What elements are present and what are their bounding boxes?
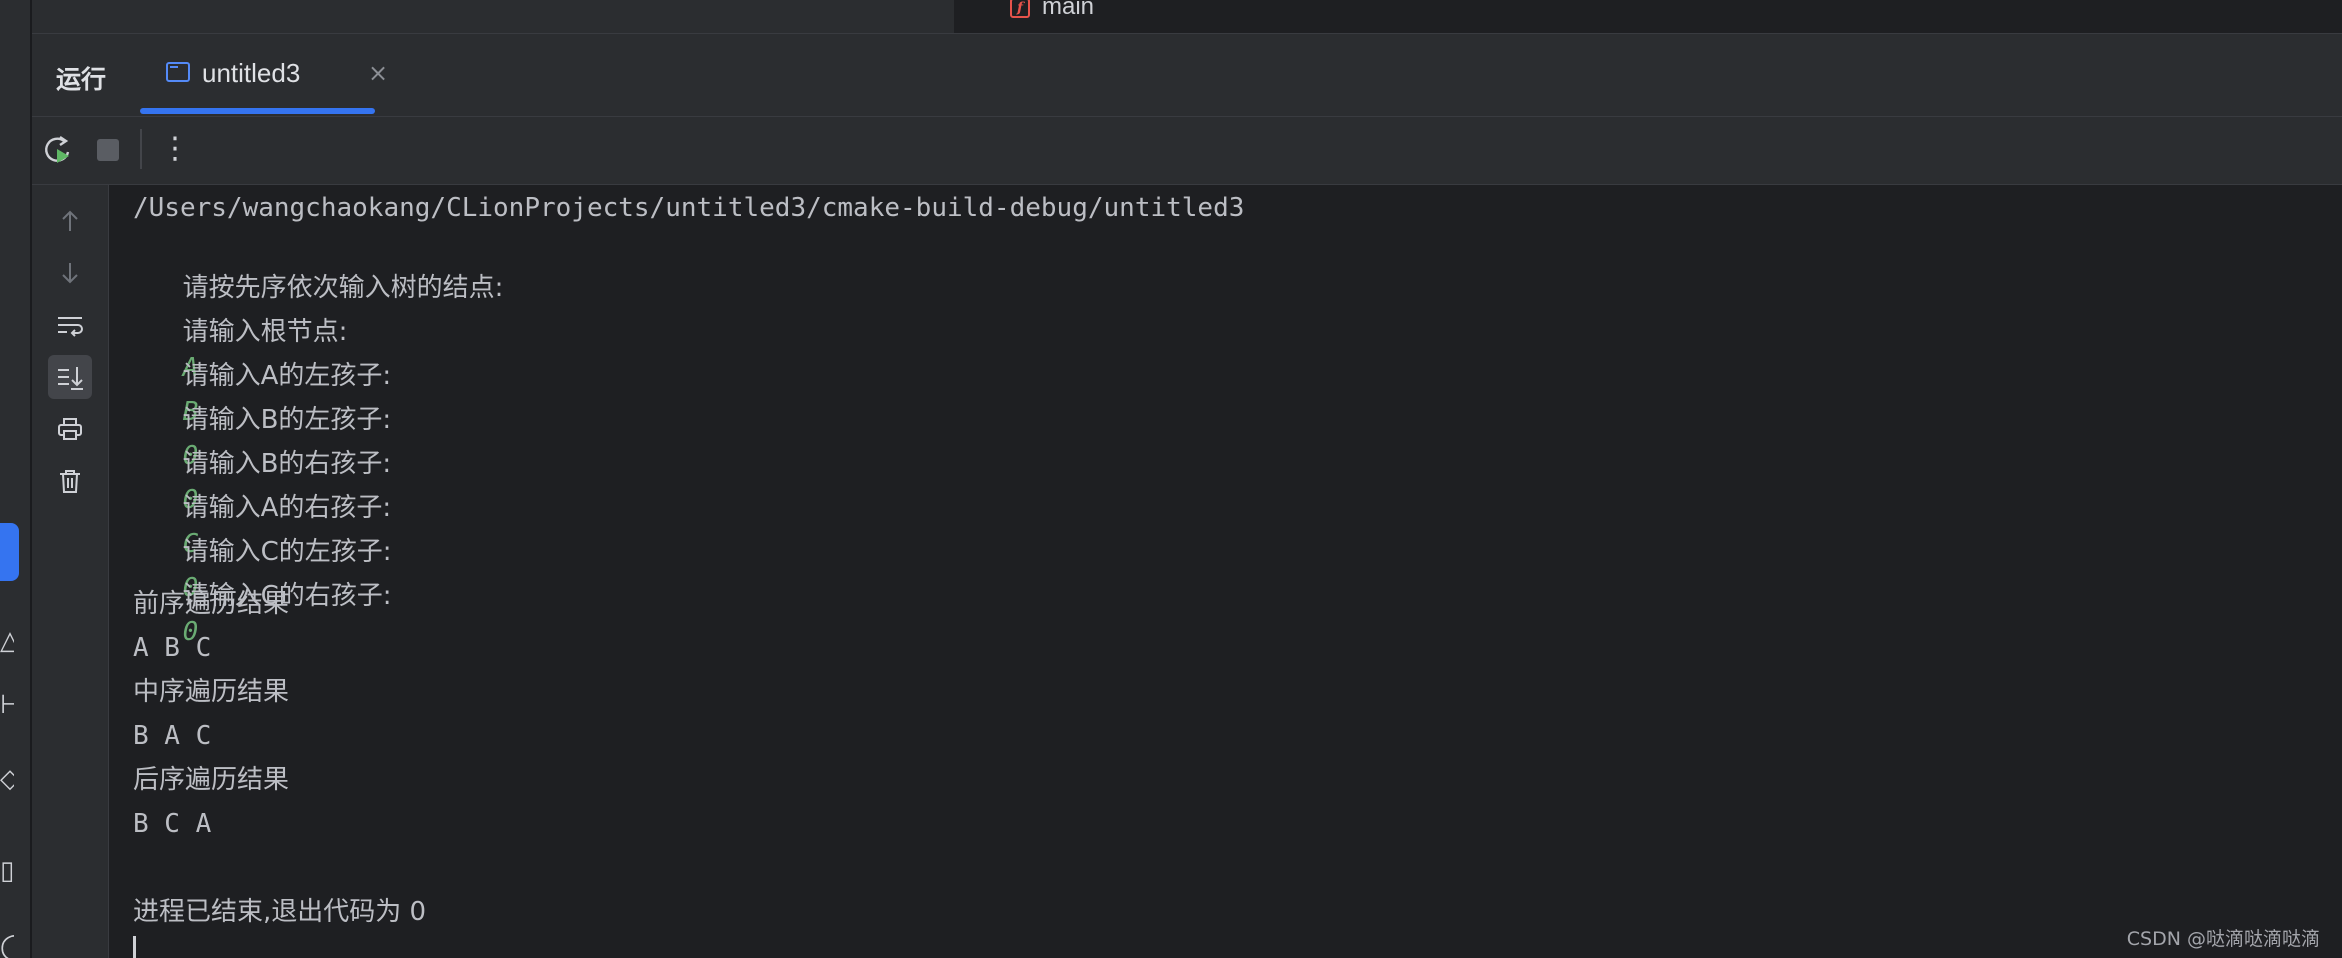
console-line: 请输入B的左孩子: 0	[133, 366, 392, 471]
toolbar-separator	[140, 129, 142, 169]
print-icon[interactable]	[48, 407, 92, 451]
preorder-result: A B C	[133, 633, 212, 663]
editor-split-left	[32, 0, 954, 33]
console-line: 请输入B的右孩子: 0	[133, 410, 392, 515]
run-tab-label: untitled3	[202, 58, 301, 88]
run-toolbar: ⋮	[32, 117, 2342, 185]
rerun-icon[interactable]	[42, 133, 76, 167]
soft-wrap-icon[interactable]	[48, 303, 92, 347]
ide-window: △ ⊢ ◇ ▯ ◯ f main 运行 untitled3 ×	[0, 0, 2342, 958]
console-line: 请输入A的右孩子: C	[133, 454, 392, 559]
console-line: 请输入A的左孩子: B	[133, 322, 392, 427]
text-cursor	[133, 936, 136, 958]
console-output[interactable]: /Users/wangchaokang/CLionProjects/untitl…	[133, 190, 2313, 958]
run-tool-window-header: 运行 untitled3 ×	[32, 34, 2342, 117]
active-tab-indicator	[140, 108, 375, 114]
run-tool-button[interactable]	[0, 523, 19, 581]
scroll-to-end-icon[interactable]	[48, 355, 92, 399]
inorder-result: B A C	[133, 721, 212, 751]
close-icon[interactable]: ×	[366, 58, 390, 88]
stop-icon[interactable]	[97, 139, 119, 161]
exit-message: 进程已结束,退出代码为 0	[133, 897, 427, 927]
preorder-label: 前序遍历结果	[133, 589, 290, 619]
inorder-label: 中序遍历结果	[133, 677, 290, 707]
editor-tab-label: main	[1042, 0, 1095, 20]
executable-path: /Users/wangchaokang/CLionProjects/untitl…	[133, 193, 1245, 223]
function-icon: f	[1010, 0, 1030, 18]
console-line: 请按先序依次输入树的结点:	[133, 234, 504, 303]
postorder-label: 后序遍历结果	[133, 765, 290, 795]
console-line: 请输入C的左孩子: 0	[133, 498, 392, 603]
editor-tab-main[interactable]: f main	[1010, 0, 1094, 22]
console-side-toolbar	[32, 185, 109, 958]
editor-tab-strip: f main	[32, 0, 2342, 34]
run-config-tab[interactable]: untitled3 ×	[140, 34, 388, 116]
postorder-result: B C A	[133, 809, 212, 839]
terminal-icon[interactable]: ⊢	[0, 690, 14, 720]
activity-strip: △ ⊢ ◇ ▯ ◯	[0, 0, 32, 958]
console-line: 请输入根节点: A	[133, 278, 348, 383]
arrow-up-icon[interactable]	[48, 199, 92, 243]
console-line: 请输入C的右孩子: 0	[133, 542, 392, 647]
trash-icon[interactable]	[48, 459, 92, 503]
git-icon[interactable]: ◯	[0, 932, 14, 958]
arrow-down-icon[interactable]	[48, 251, 92, 295]
console-window-icon	[166, 62, 190, 82]
problems-icon[interactable]: ▯	[0, 856, 14, 886]
warning-icon[interactable]: △	[0, 626, 14, 656]
services-icon[interactable]: ◇	[0, 764, 14, 794]
tool-window-title: 运行	[56, 65, 107, 94]
watermark: CSDN @哒滴哒滴哒滴	[2126, 928, 2320, 950]
more-options-icon[interactable]: ⋮	[160, 131, 190, 167]
